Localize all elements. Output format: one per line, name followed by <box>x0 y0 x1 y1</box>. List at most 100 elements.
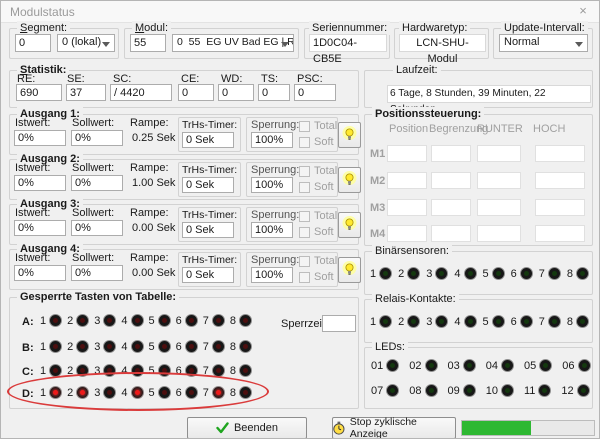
trhs-value[interactable] <box>182 132 234 148</box>
stat-sc-value[interactable] <box>110 84 172 101</box>
leds-row-2: 070809101112 <box>371 384 590 397</box>
led-number: 1 <box>370 316 376 328</box>
sperrzeit-input[interactable] <box>322 315 356 332</box>
trhs-label: TrHs-Timer: <box>182 119 237 131</box>
led-number: 8 <box>230 365 236 377</box>
lamp-button[interactable] <box>338 212 361 238</box>
soft-checkbox: Soft <box>299 136 334 148</box>
lamp-button[interactable] <box>338 257 361 283</box>
update-intervall-label: Update-Intervall: <box>501 21 588 35</box>
led-indicator <box>49 340 62 353</box>
istwert-value[interactable] <box>14 130 66 146</box>
sollwert-value[interactable] <box>71 220 123 236</box>
led-indicator <box>212 364 225 377</box>
istwert-value[interactable] <box>14 220 66 236</box>
led-unit: 1 <box>40 340 62 353</box>
led-indicator <box>463 384 476 397</box>
led-indicator <box>576 267 589 280</box>
led-number: 4 <box>121 315 127 327</box>
soft-checkbox: Soft <box>299 271 334 283</box>
modul-input[interactable] <box>130 34 166 52</box>
checkbox-icon <box>299 211 310 222</box>
led-indicator <box>185 386 198 399</box>
sollwert-label: Sollwert: <box>72 162 114 174</box>
beenden-button[interactable]: Beenden <box>187 417 307 439</box>
update-intervall-select[interactable]: Normal <box>499 34 588 52</box>
sollwert-value[interactable] <box>71 130 123 146</box>
m1-position-input <box>387 145 427 162</box>
led-unit: 8 <box>230 386 252 399</box>
led-number: 4 <box>121 341 127 353</box>
led-number: 5 <box>149 341 155 353</box>
stat-wd-value[interactable] <box>218 84 254 101</box>
istwert-value[interactable] <box>14 265 66 281</box>
led-indicator <box>464 315 477 328</box>
modul-select[interactable]: 0 55 EG UV Bad EG | RM <box>172 34 294 52</box>
led-indicator <box>212 340 225 353</box>
m2-runter-input <box>477 172 521 189</box>
binaersensoren-led-row: 12345678 <box>370 267 589 280</box>
relais-led-row: 12345678 <box>370 315 589 328</box>
led-indicator <box>435 315 448 328</box>
led-number: 8 <box>230 341 236 353</box>
istwert-label: Istwert: <box>15 207 50 219</box>
led-unit: 1 <box>40 386 62 399</box>
stat-ts-value[interactable] <box>258 84 290 101</box>
led-unit: 6 <box>176 386 198 399</box>
sperrung-box: Sperrung: Total Soft <box>246 117 338 152</box>
lamp-button[interactable] <box>338 122 361 148</box>
sperrung-box: Sperrung: Total Soft <box>246 207 338 242</box>
stat-se-value[interactable] <box>66 84 106 101</box>
total-label: Total <box>314 210 337 222</box>
col-hoch-label: HOCH <box>533 123 565 135</box>
close-icon[interactable]: × <box>574 3 592 19</box>
led-indicator <box>520 315 533 328</box>
trhs-value[interactable] <box>182 267 234 283</box>
row-m1-label: M1 <box>370 148 385 160</box>
m4-position-input <box>387 225 427 242</box>
ausgang-3-group: Ausgang 3: Istwert: Sollwert: Rampe: 0.0… <box>9 204 359 245</box>
sollwert-label: Sollwert: <box>72 117 114 129</box>
led-unit: 10 <box>486 384 514 397</box>
led-number: 12 <box>561 385 573 397</box>
lamp-button[interactable] <box>338 167 361 193</box>
led-indicator <box>158 386 171 399</box>
led-indicator <box>158 364 171 377</box>
trhs-value[interactable] <box>182 222 234 238</box>
sollwert-value[interactable] <box>71 175 123 191</box>
led-indicator <box>76 314 89 327</box>
sperrung-value[interactable] <box>251 132 293 148</box>
stat-psc-value[interactable] <box>294 84 336 101</box>
soft-checkbox: Soft <box>299 181 334 193</box>
lightbulb-icon <box>342 171 357 189</box>
trhs-value[interactable] <box>182 177 234 193</box>
sollwert-value[interactable] <box>71 265 123 281</box>
sperrung-value[interactable] <box>251 222 293 238</box>
update-intervall-group: Update-Intervall: Normal <box>493 28 593 59</box>
led-number: 6 <box>176 387 182 399</box>
m4-runter-input <box>477 225 521 242</box>
sperrung-value[interactable] <box>251 177 293 193</box>
row-m3-label: M3 <box>370 202 385 214</box>
led-unit: 2 <box>398 315 420 328</box>
stat-ce-value[interactable] <box>178 84 214 101</box>
row-d-label: D: <box>22 388 34 400</box>
istwert-value[interactable] <box>14 175 66 191</box>
stop-zyklische-anzeige-button[interactable]: Stop zyklische Anzeige <box>332 417 456 439</box>
m1-runter-input <box>477 145 521 162</box>
stat-re-value[interactable] <box>16 84 62 101</box>
ausgang-4-group: Ausgang 4: Istwert: Sollwert: Rampe: 0.0… <box>9 249 359 290</box>
led-indicator <box>103 340 116 353</box>
sperrung-value[interactable] <box>251 267 293 283</box>
segment-select[interactable]: 0 (lokal) <box>57 34 115 52</box>
led-unit: 4 <box>121 364 143 377</box>
led-indicator <box>538 384 551 397</box>
sperrung-label: Sperrung: <box>251 119 299 131</box>
relais-label: Relais-Kontakte: <box>372 292 459 306</box>
led-number: 2 <box>67 365 73 377</box>
hardwaretyp-group: Hardwaretyp: LCN-SHU-Modul <box>394 28 489 59</box>
led-indicator <box>492 267 505 280</box>
segment-label: Segment: <box>17 21 70 35</box>
total-checkbox: Total <box>299 255 337 267</box>
segment-input[interactable] <box>15 34 51 52</box>
